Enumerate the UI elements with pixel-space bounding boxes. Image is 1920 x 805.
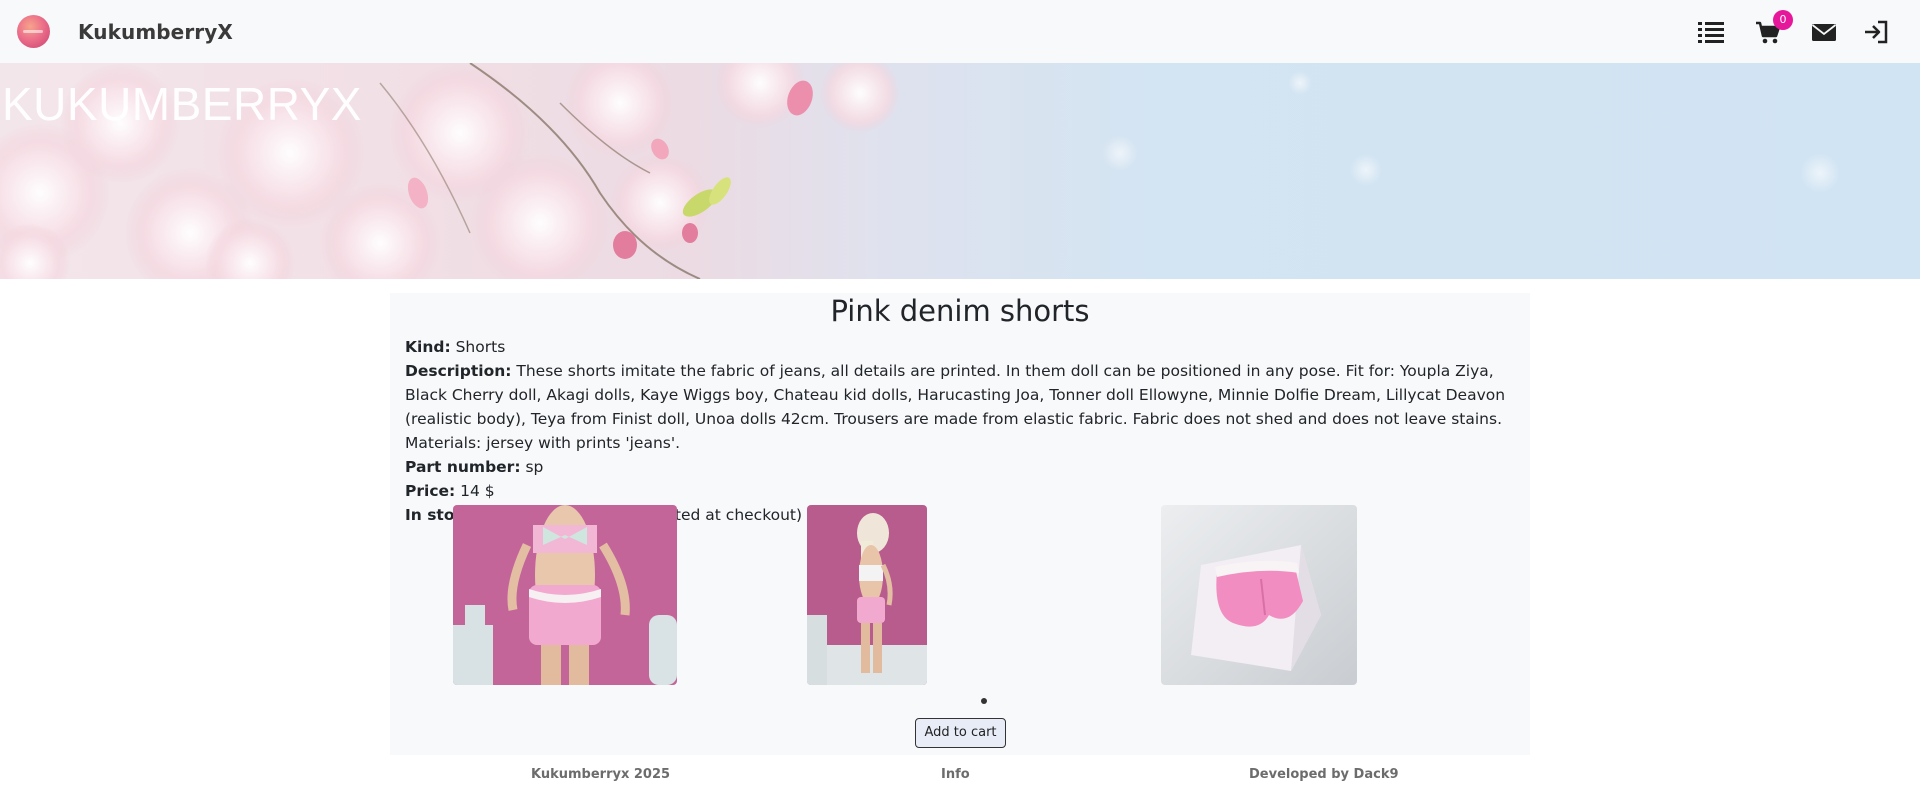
kind-value: Shorts — [455, 338, 506, 356]
kind-label: Kind: — [405, 338, 451, 356]
list-icon[interactable] — [1697, 18, 1725, 46]
part-number-label: Part number: — [405, 458, 521, 476]
footer: Kukumberryx 2025 Info Developed by Dack9 — [390, 755, 1530, 795]
brand-name[interactable]: KukumberryX — [78, 20, 233, 44]
login-icon[interactable] — [1862, 18, 1890, 46]
hero-title: KUKUMBERRYX — [2, 78, 362, 130]
product-card: Pink denim shorts Kind: Shorts Descripti… — [390, 293, 1530, 755]
part-number-row: Part number: sp — [405, 455, 1517, 479]
price-row: Price: 14 $ — [405, 479, 1517, 503]
product-photo-3[interactable] — [1161, 505, 1357, 685]
footer-developer: Developed by Dack9 — [1249, 767, 1399, 782]
description-row: Description: These shorts imitate the fa… — [405, 359, 1517, 455]
description-value: These shorts imitate the fabric of jeans… — [405, 362, 1506, 452]
product-info: Kind: Shorts Description: These shorts i… — [405, 335, 1517, 527]
carousel-indicator[interactable] — [981, 698, 987, 704]
mail-icon[interactable] — [1810, 18, 1838, 46]
hero-banner: KUKUMBERRYX — [0, 63, 1920, 279]
description-label: Description: — [405, 362, 512, 380]
cart-count-badge: 0 — [1773, 10, 1793, 30]
navbar: KukumberryX 0 — [0, 0, 1920, 63]
part-number-value: sp — [525, 458, 544, 476]
add-to-cart-button[interactable]: Add to cart — [915, 718, 1006, 748]
kind-row: Kind: Shorts — [405, 335, 1517, 359]
logo-icon[interactable] — [17, 15, 50, 48]
product-photo-2[interactable] — [807, 505, 927, 685]
footer-info-link[interactable]: Info — [941, 767, 970, 782]
price-value: 14 $ — [460, 482, 495, 500]
price-label: Price: — [405, 482, 456, 500]
product-photo-1[interactable] — [453, 505, 677, 685]
footer-copyright: Kukumberryx 2025 — [531, 767, 671, 782]
product-title: Pink denim shorts — [830, 294, 1090, 328]
